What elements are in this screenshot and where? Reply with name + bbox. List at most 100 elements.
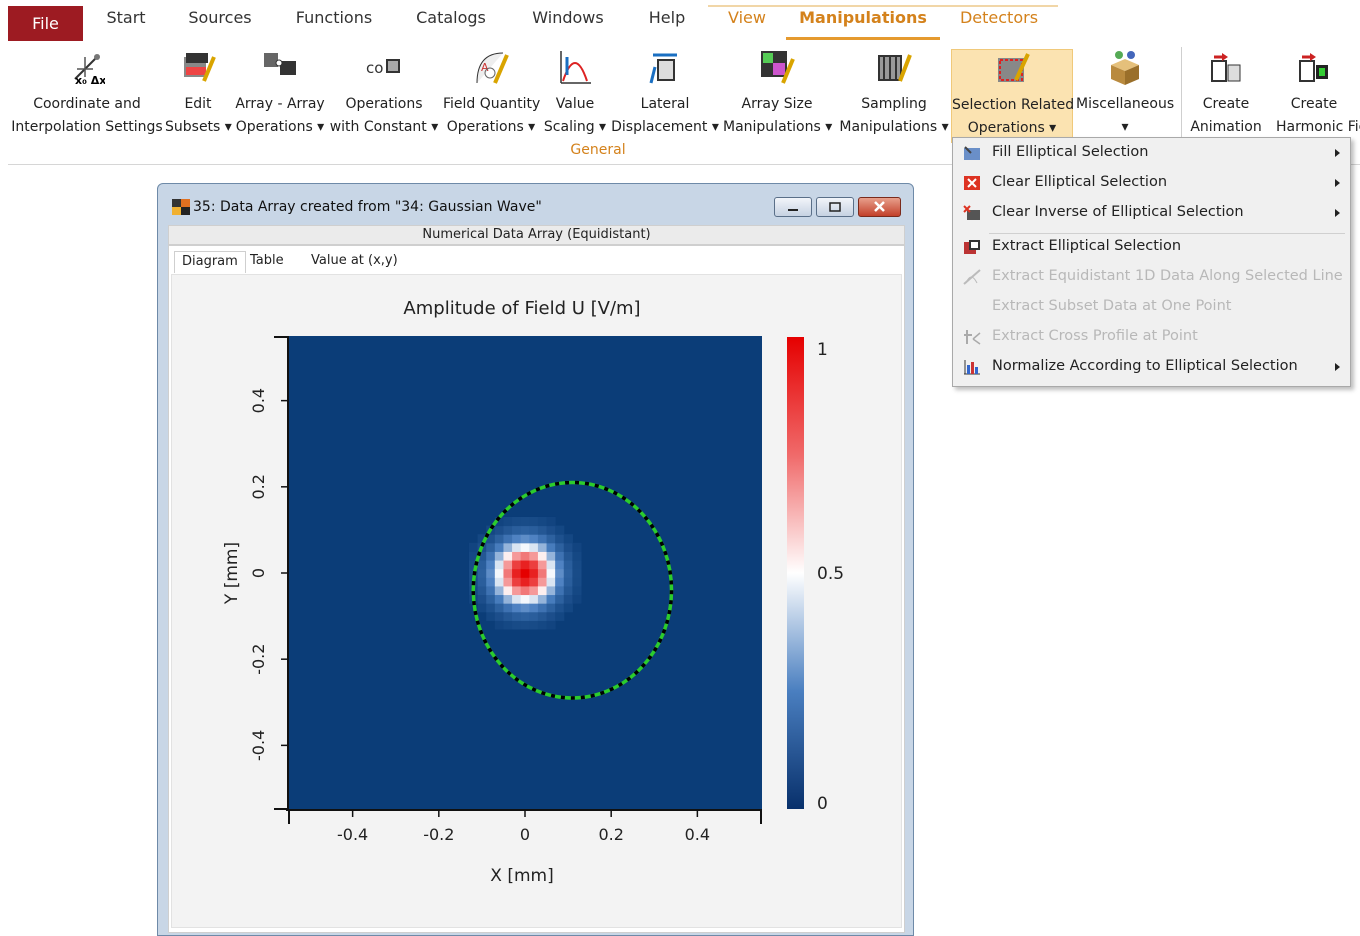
button-label-line2: Manipulations ▾ [723, 119, 833, 135]
heatmap-cell [494, 534, 504, 544]
button-label-line1: Array - Array [235, 96, 325, 112]
extract-selection-icon [963, 239, 981, 255]
x-tick-label: 0.4 [685, 825, 710, 844]
heatmap-cell [555, 534, 565, 544]
y-tick-label: 0 [249, 568, 268, 578]
ribbon-tab-bar: File Start Sources Functions Catalogs Wi… [0, 0, 1360, 42]
array-array-operations-button[interactable]: Array - Array Operations ▾ [235, 49, 325, 141]
heatmap-cell [512, 525, 522, 535]
coordinate-interpolation-settings-button[interactable]: x₀ Δx Coordinate and Interpolation Setti… [8, 49, 166, 141]
application-window: File Start Sources Functions Catalogs Wi… [0, 0, 1360, 936]
menu-item-extract-subset-at-point[interactable]: Extract Subset Data at One Point [954, 293, 1350, 322]
heatmap-cell [494, 585, 504, 596]
heatmap-cell [546, 542, 556, 552]
lateral-displacement-icon [647, 49, 683, 85]
heatmap-cell [520, 542, 530, 552]
create-harmonic-field-button[interactable]: Create Harmonic Fie [1268, 49, 1360, 141]
heatmap-cell [555, 577, 565, 587]
tab-view[interactable]: View [722, 8, 772, 42]
heatmap-cell [555, 542, 565, 552]
x-axis-label: X [mm] [490, 866, 553, 886]
minimize-button[interactable] [774, 197, 812, 217]
edit-subsets-button[interactable]: Edit Subsets ▾ [165, 49, 232, 141]
heatmap-cell [546, 568, 556, 578]
heatmap-cell [520, 525, 530, 535]
tab-catalogs[interactable]: Catalogs [411, 8, 491, 42]
menu-item-clear-inverse-elliptical-selection[interactable]: Clear Inverse of Elliptical Selection [954, 199, 1350, 228]
heatmap-cell [503, 560, 513, 570]
field-quantity-operations-button[interactable]: A Field Quantity Operations ▾ [443, 49, 540, 141]
heatmap-cell [503, 611, 513, 621]
menu-item-extract-cross-profile[interactable]: Extract Cross Profile at Point [954, 323, 1350, 352]
heatmap-cell [563, 542, 573, 552]
heatmap-cell [520, 594, 530, 604]
tab-help[interactable]: Help [643, 8, 691, 42]
selection-related-operations-button[interactable]: Selection Related Operations ▾ [951, 49, 1074, 143]
harmonic-field-icon [1296, 49, 1332, 85]
heatmap-cell [563, 594, 573, 604]
button-label-line2: with Constant ▾ [329, 119, 439, 135]
amplitude-plot[interactable]: Amplitude of Field U [V/m] -0.4 -0.2 0 0.2 0… [172, 275, 901, 927]
button-label-line2: Displacement ▾ [611, 119, 719, 135]
create-animation-button[interactable]: Create Animation [1186, 49, 1266, 141]
tab-diagram[interactable]: Diagram [174, 251, 246, 273]
heatmap-cell [529, 542, 539, 552]
x-tick-label: -0.2 [423, 825, 454, 844]
menu-item-fill-elliptical-selection[interactable]: Fill Elliptical Selection [954, 139, 1350, 168]
button-label-line1: Miscellaneous [1076, 96, 1175, 112]
menu-item-clear-elliptical-selection[interactable]: Clear Elliptical Selection [954, 169, 1350, 198]
heatmap-cell [503, 516, 513, 527]
tab-start[interactable]: Start [100, 8, 152, 42]
lateral-displacement-button[interactable]: Lateral Displacement ▾ [611, 49, 719, 141]
selection-icon [994, 50, 1030, 86]
heatmap-cell [477, 594, 487, 604]
tab-file[interactable]: File [8, 6, 83, 41]
sampling-manipulations-button[interactable]: Sampling Manipulations ▾ [838, 49, 950, 141]
operations-with-constant-button[interactable]: co Operations with Constant ▾ [329, 49, 439, 141]
menu-item-label: Fill Elliptical Selection [992, 144, 1149, 160]
tab-value-at-xy[interactable]: Value at (x,y) [304, 251, 405, 273]
heatmap-cell [503, 551, 513, 561]
button-label-line1: Lateral [640, 96, 690, 112]
edit-subsets-icon [180, 49, 216, 85]
heatmap-cell [563, 534, 573, 544]
heatmap-cell [477, 585, 487, 596]
heatmap-cell [494, 577, 504, 587]
menu-item-label: Normalize According to Elliptical Select… [992, 358, 1298, 374]
tab-sources[interactable]: Sources [184, 8, 256, 42]
heatmap-cell [494, 603, 504, 613]
miscellaneous-icon [1107, 49, 1143, 85]
menu-item-extract-1d-data-along-line[interactable]: Extract Equidistant 1D Data Along Select… [954, 263, 1350, 292]
menu-item-label: Clear Inverse of Elliptical Selection [992, 204, 1244, 220]
button-label-line2: Scaling ▾ [543, 119, 607, 135]
window-subtitle: Numerical Data Array (Equidistant) [168, 225, 905, 245]
submenu-arrow-icon [1335, 149, 1340, 157]
tab-detectors[interactable]: Detectors [955, 8, 1043, 42]
array-size-manipulations-button[interactable]: Array Size Manipulations ▾ [723, 49, 833, 141]
tab-windows[interactable]: Windows [526, 8, 610, 42]
field-quantity-icon: A [473, 49, 509, 85]
heatmap-cell [537, 611, 548, 621]
heatmap-cell [572, 568, 582, 578]
close-button[interactable] [858, 197, 901, 217]
plot-title: Amplitude of Field U [V/m] [403, 298, 640, 319]
x-tick-label: -0.4 [337, 825, 368, 844]
heatmap-cell [512, 603, 522, 613]
heatmap-cell [546, 516, 556, 527]
button-label-line1: Edit [184, 96, 212, 112]
menu-item-extract-elliptical-selection[interactable]: Extract Elliptical Selection [954, 233, 1350, 262]
x-tick-label: 0.2 [598, 825, 623, 844]
menu-item-normalize-elliptical-selection[interactable]: Normalize According to Elliptical Select… [954, 353, 1350, 382]
window-body: Diagram Table Value at (x,y) Amplitude o… [168, 245, 905, 933]
button-label-line2: Manipulations ▾ [839, 119, 949, 135]
heatmap-cell [529, 577, 539, 587]
value-scaling-button[interactable]: Value Scaling ▾ [543, 49, 607, 141]
cross-profile-icon [963, 329, 981, 345]
tab-table[interactable]: Table [243, 251, 291, 273]
maximize-button[interactable] [816, 197, 854, 217]
heatmap-cell [494, 542, 504, 552]
tab-functions[interactable]: Functions [290, 8, 378, 42]
miscellaneous-button[interactable]: Miscellaneous ▾ [1076, 49, 1174, 141]
menu-item-label: Extract Elliptical Selection [992, 238, 1182, 254]
heatmap-cell [503, 568, 513, 578]
